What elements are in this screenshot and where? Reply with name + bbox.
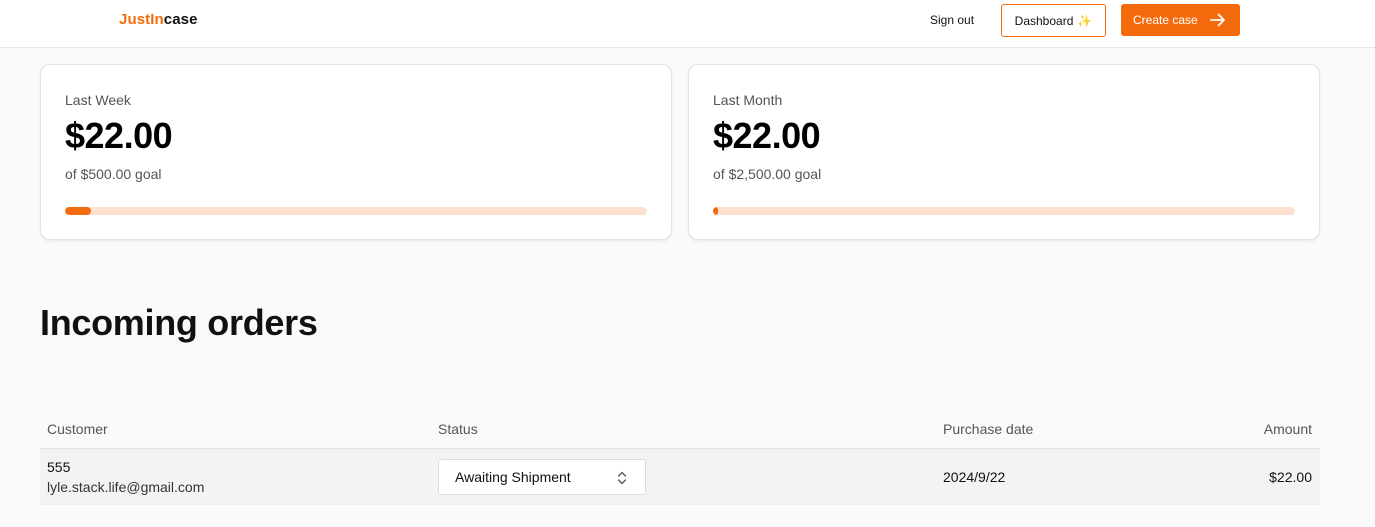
column-header-amount: Amount: [1263, 421, 1312, 437]
section-title: Incoming orders: [40, 302, 318, 343]
logo-text: case: [163, 11, 198, 28]
create-case-button[interactable]: Create case: [1121, 4, 1240, 36]
progress-fill: [713, 207, 719, 215]
column-header-status: Status: [438, 421, 478, 437]
status-select[interactable]: Awaiting Shipment: [438, 459, 646, 495]
stat-card-last-week: Last Week $22.00 of $500.00 goal: [40, 64, 672, 240]
logo-text-accent: JustIn: [119, 11, 164, 28]
stat-period-label: Last Week: [65, 92, 131, 108]
progress-bar: [65, 207, 647, 215]
dashboard-button-label: Dashboard: [1014, 13, 1074, 28]
order-amount: $22.00: [1269, 469, 1312, 485]
sign-out-link[interactable]: Sign out: [930, 13, 974, 27]
stat-card-last-month: Last Month $22.00 of $2,500.00 goal: [688, 64, 1320, 240]
table-header: Customer Status Purchase date Amount: [40, 409, 1320, 449]
top-navigation-bar: JustIncase Sign out Dashboard ✨ Create c…: [0, 0, 1375, 48]
customer-email: lyle.stack.life@gmail.com: [47, 479, 205, 495]
chevron-up-down-icon: [617, 471, 627, 485]
arrow-right-icon: [1210, 13, 1225, 27]
progress-bar: [713, 207, 1295, 215]
orders-table: Customer Status Purchase date Amount 555…: [40, 409, 1320, 505]
table-row[interactable]: 555 lyle.stack.life@gmail.com Awaiting S…: [40, 449, 1320, 505]
purchase-date: 2024/9/22: [943, 469, 1006, 485]
stat-goal: of $500.00 goal: [65, 166, 162, 182]
status-select-value: Awaiting Shipment: [455, 469, 571, 485]
create-case-button-label: Create case: [1133, 13, 1198, 27]
column-header-customer: Customer: [47, 421, 108, 437]
sparkles-icon: ✨: [1077, 13, 1093, 28]
stat-amount: $22.00: [713, 115, 821, 156]
stat-period-label: Last Month: [713, 92, 783, 108]
stat-goal: of $2,500.00 goal: [713, 166, 822, 182]
progress-fill: [65, 207, 91, 215]
stat-amount: $22.00: [65, 115, 173, 156]
app-logo[interactable]: JustIncase: [119, 11, 198, 28]
column-header-purchase-date: Purchase date: [943, 421, 1034, 437]
dashboard-button[interactable]: Dashboard ✨: [1001, 4, 1106, 37]
customer-name: 555: [47, 459, 71, 475]
